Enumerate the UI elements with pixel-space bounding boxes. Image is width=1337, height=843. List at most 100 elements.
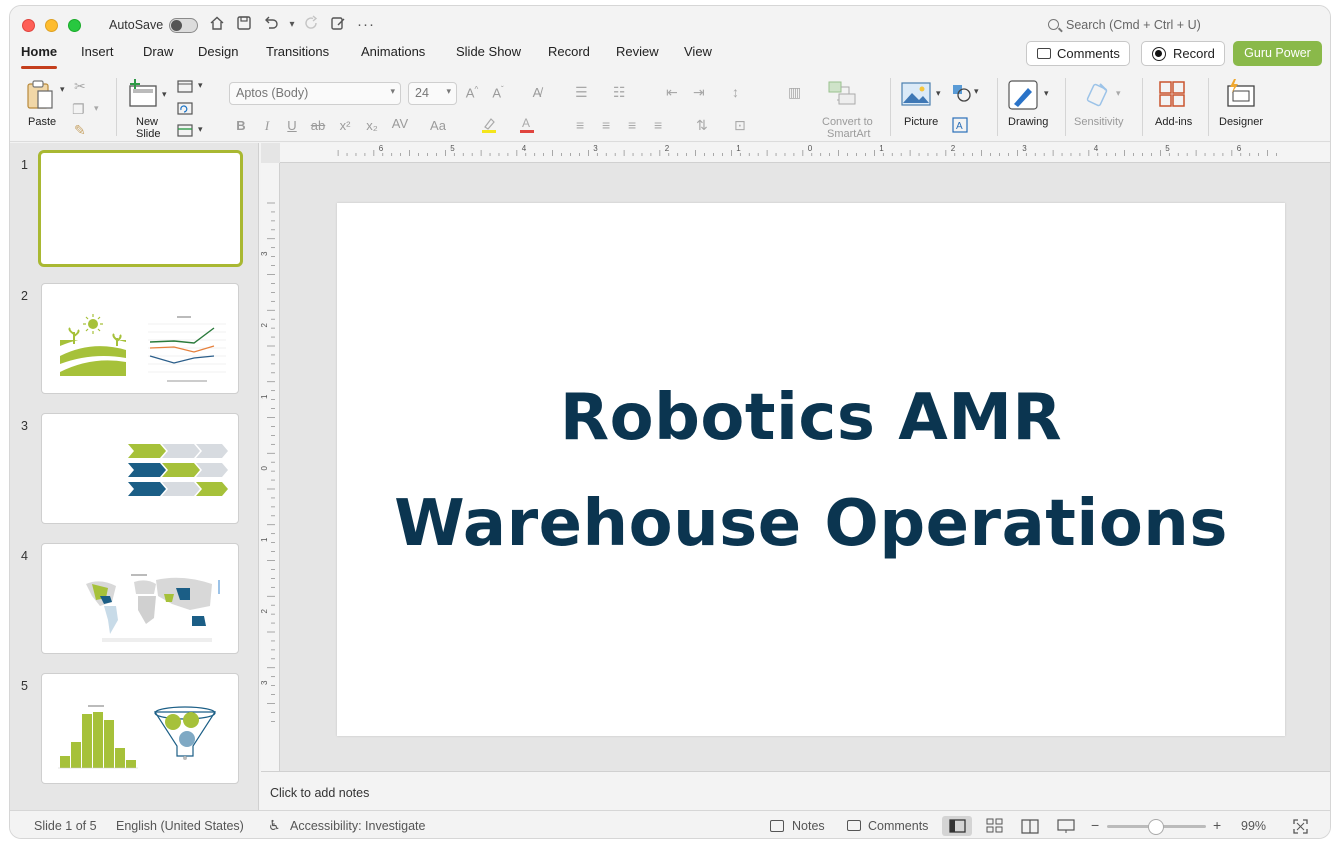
- bold-icon[interactable]: B: [232, 118, 250, 133]
- columns-icon[interactable]: ▥: [788, 84, 801, 101]
- tab-review[interactable]: Review: [616, 44, 659, 70]
- copy-dropdown-icon[interactable]: ▾: [94, 103, 99, 114]
- font-color-icon[interactable]: A: [518, 116, 536, 137]
- undo-dropdown-icon[interactable]: ▾: [282, 15, 302, 35]
- thumbnail-slide-5[interactable]: [41, 673, 239, 784]
- text-direction-icon[interactable]: ⇅: [696, 117, 708, 134]
- designer-icon[interactable]: [1225, 78, 1257, 111]
- redo-icon[interactable]: [302, 15, 322, 35]
- italic-icon[interactable]: I: [258, 118, 276, 134]
- fit-to-window-icon[interactable]: [1293, 819, 1308, 837]
- tab-view[interactable]: View: [684, 44, 712, 70]
- shapes-dropdown-icon[interactable]: ▾: [974, 86, 979, 97]
- comments-button[interactable]: Comments: [1026, 41, 1130, 66]
- tab-draw[interactable]: Draw: [143, 44, 173, 70]
- drawing-dropdown-icon[interactable]: ▾: [1044, 88, 1049, 99]
- sensitivity-dropdown-icon[interactable]: ▾: [1116, 88, 1121, 99]
- font-size-select[interactable]: 24 ▾: [408, 82, 457, 105]
- zoom-window-button[interactable]: [68, 19, 81, 32]
- decrease-font-icon[interactable]: Aˇ: [489, 85, 507, 100]
- sensitivity-icon[interactable]: [1086, 80, 1114, 111]
- notes-icon[interactable]: [770, 820, 784, 832]
- new-slide-dropdown-icon[interactable]: ▾: [162, 89, 167, 100]
- zoom-slider-handle[interactable]: [1148, 819, 1164, 835]
- autosave-toggle[interactable]: [169, 18, 198, 33]
- numbering-icon[interactable]: ☷: [613, 84, 626, 101]
- tab-animations[interactable]: Animations: [361, 44, 425, 70]
- line-spacing-icon[interactable]: ↕: [732, 84, 739, 100]
- close-window-button[interactable]: [22, 19, 35, 32]
- tab-transitions[interactable]: Transitions: [266, 44, 329, 70]
- layout-dropdown-icon[interactable]: ▾: [198, 80, 203, 91]
- zoom-out-button[interactable]: −: [1091, 817, 1099, 833]
- reset-icon[interactable]: [177, 102, 193, 118]
- minimize-window-button[interactable]: [45, 19, 58, 32]
- paste-icon[interactable]: [24, 78, 58, 115]
- font-name-select[interactable]: Aptos (Body) ▾: [229, 82, 401, 105]
- tab-home[interactable]: Home: [21, 44, 58, 70]
- comments-toggle[interactable]: Comments: [868, 819, 928, 833]
- picture-icon[interactable]: [901, 82, 931, 109]
- text-box-icon[interactable]: A: [952, 117, 968, 136]
- notes-toggle[interactable]: Notes: [792, 819, 825, 833]
- slide-thumbnails-panel[interactable]: 1 2 3 4 5: [10, 143, 259, 810]
- more-icon[interactable]: ···: [356, 15, 376, 35]
- picture-dropdown-icon[interactable]: ▾: [936, 88, 941, 99]
- save-icon[interactable]: [234, 15, 254, 35]
- increase-indent-icon[interactable]: ⇥: [693, 84, 705, 101]
- bullets-icon[interactable]: ☰: [575, 84, 588, 101]
- copy-icon[interactable]: ❐: [72, 101, 85, 118]
- character-spacing-icon[interactable]: AV: [388, 116, 412, 131]
- align-text-icon[interactable]: ⊡: [734, 117, 746, 134]
- current-slide[interactable]: Robotics AMR Warehouse Operations: [337, 203, 1285, 736]
- comment-icon[interactable]: [847, 820, 861, 831]
- home-icon[interactable]: [207, 15, 227, 35]
- section-dropdown-icon[interactable]: ▾: [198, 124, 203, 135]
- strikethrough-icon[interactable]: ab: [309, 118, 327, 133]
- new-slide-icon[interactable]: [127, 78, 159, 111]
- accessibility-icon[interactable]: ♿: [268, 817, 281, 834]
- justify-icon[interactable]: ≡: [654, 117, 662, 133]
- zoom-level[interactable]: 99%: [1241, 819, 1266, 833]
- tab-insert[interactable]: Insert: [81, 44, 114, 70]
- zoom-in-button[interactable]: +: [1213, 817, 1221, 833]
- superscript-icon[interactable]: x²: [336, 118, 354, 133]
- notes-pane[interactable]: Click to add notes: [261, 771, 1330, 810]
- search-box[interactable]: Search (Cmd + Ctrl + U): [1048, 18, 1201, 32]
- tab-record[interactable]: Record: [548, 44, 590, 70]
- underline-icon[interactable]: U: [283, 118, 301, 133]
- slide-title[interactable]: Robotics AMR Warehouse Operations: [337, 365, 1285, 577]
- align-left-icon[interactable]: ≡: [576, 117, 584, 133]
- section-icon[interactable]: [177, 124, 193, 140]
- thumbnail-slide-2[interactable]: [41, 283, 239, 394]
- tab-slide-show[interactable]: Slide Show: [456, 44, 521, 70]
- format-painter-icon[interactable]: ✎: [74, 122, 86, 139]
- thumbnail-slide-1[interactable]: [38, 150, 243, 267]
- guru-power-button[interactable]: Guru Power: [1233, 41, 1322, 66]
- highlight-icon[interactable]: [480, 116, 498, 137]
- add-ins-icon[interactable]: [1158, 80, 1186, 111]
- drawing-icon[interactable]: [1008, 80, 1038, 113]
- normal-view-button[interactable]: [942, 816, 972, 836]
- increase-font-icon[interactable]: A^: [463, 85, 481, 100]
- clear-formatting-icon[interactable]: A̸: [528, 85, 546, 100]
- accessibility-status[interactable]: Accessibility: Investigate: [290, 819, 425, 833]
- decrease-indent-icon[interactable]: ⇤: [666, 84, 678, 101]
- record-button[interactable]: Record: [1141, 41, 1225, 66]
- smartart-icon[interactable]: [827, 80, 857, 109]
- align-right-icon[interactable]: ≡: [628, 117, 636, 133]
- slide-sorter-button[interactable]: [979, 816, 1009, 836]
- language-indicator[interactable]: English (United States): [116, 819, 244, 833]
- thumbnail-slide-3[interactable]: [41, 413, 239, 524]
- undo-icon[interactable]: [261, 15, 281, 35]
- align-center-icon[interactable]: ≡: [602, 117, 610, 133]
- slide-show-button[interactable]: [1051, 816, 1081, 836]
- layout-icon[interactable]: [177, 80, 193, 96]
- save-as-icon[interactable]: [328, 15, 348, 35]
- tab-design[interactable]: Design: [198, 44, 238, 70]
- shapes-icon[interactable]: [952, 84, 972, 105]
- paste-dropdown-icon[interactable]: ▾: [60, 84, 65, 95]
- change-case-icon[interactable]: Aa: [426, 118, 450, 133]
- cut-icon[interactable]: ✂: [74, 78, 86, 95]
- thumbnail-slide-4[interactable]: [41, 543, 239, 654]
